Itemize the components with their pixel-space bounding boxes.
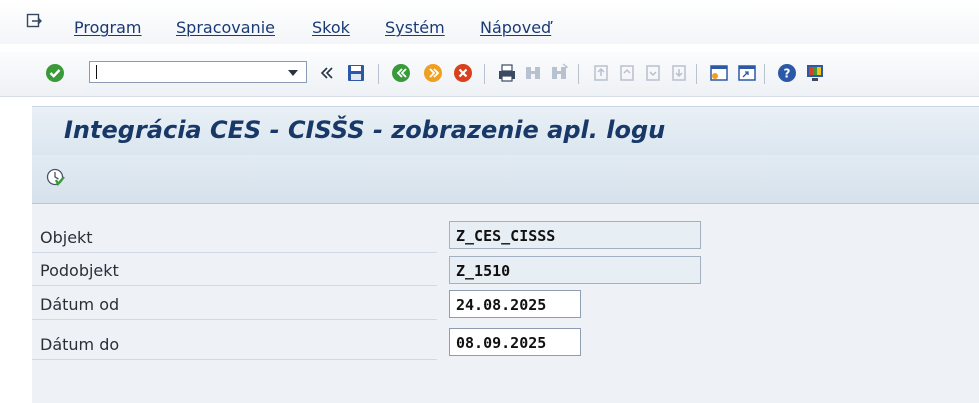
svg-text:?: ? [784, 67, 791, 81]
menu-system[interactable]: Systém [385, 18, 445, 37]
datum-od-label: Dátum od [40, 295, 120, 314]
selection-screen: Objekt Z_CES_CISSS Podobjekt Z_1510 Dátu… [32, 204, 979, 403]
command-caret [96, 65, 97, 79]
objekt-label: Objekt [40, 228, 93, 247]
help-icon[interactable]: ? [776, 62, 798, 84]
datum-do-input[interactable]: 08.09.2025 [449, 328, 581, 356]
field-row-datum-do: Dátum do [32, 328, 437, 360]
next-page-icon[interactable] [642, 62, 664, 84]
toolbar-separator [764, 64, 765, 84]
menu-skok[interactable]: Skok [312, 18, 350, 37]
last-page-icon[interactable] [668, 62, 690, 84]
menu-napoved[interactable]: Nápoveď [480, 18, 551, 37]
find-icon[interactable] [522, 62, 544, 84]
datum-od-input[interactable]: 24.08.2025 [449, 290, 581, 318]
find-next-icon[interactable] [548, 62, 570, 84]
toolbar-separator [484, 64, 485, 84]
prev-page-icon[interactable] [616, 62, 638, 84]
objekt-field: Z_CES_CISSS [449, 221, 701, 249]
podobjekt-field: Z_1510 [449, 256, 701, 284]
command-field[interactable] [89, 61, 307, 83]
command-dropdown-icon[interactable] [288, 70, 298, 76]
menu-bar: Program Spracovanie Skok Systém Nápoveď [0, 0, 979, 44]
back-icon[interactable] [316, 62, 338, 84]
field-row-objekt: Objekt [32, 221, 437, 253]
field-row-podobjekt: Podobjekt [32, 254, 437, 286]
toolbar-separator [378, 64, 379, 84]
new-session-icon[interactable] [708, 62, 730, 84]
menu-program[interactable]: Program [74, 18, 142, 37]
podobjekt-label: Podobjekt [40, 261, 119, 280]
application-toolbar [32, 155, 979, 204]
menu-spracovanie[interactable]: Spracovanie [176, 18, 275, 37]
save-icon[interactable] [345, 62, 367, 84]
cancel-icon[interactable] [452, 62, 474, 84]
shortcut-icon[interactable] [736, 62, 758, 84]
back-nav-icon[interactable] [390, 62, 412, 84]
toolbar-separator [578, 64, 579, 84]
standard-toolbar: ? [0, 52, 979, 97]
menu-exit-icon[interactable] [26, 13, 42, 29]
page-title: Integrácia CES - CISŠS - zobrazenie apl.… [64, 116, 666, 144]
exit-icon[interactable] [422, 62, 444, 84]
layout-icon[interactable] [804, 62, 826, 84]
datum-do-label: Dátum do [40, 335, 120, 354]
print-icon[interactable] [496, 62, 518, 84]
toolbar-separator [696, 64, 697, 84]
execute-icon[interactable] [45, 167, 67, 189]
field-row-datum-od: Dátum od [32, 288, 437, 320]
title-bar: Integrácia CES - CISŠS - zobrazenie apl.… [32, 106, 979, 155]
enter-icon[interactable] [44, 62, 66, 84]
first-page-icon[interactable] [590, 62, 612, 84]
